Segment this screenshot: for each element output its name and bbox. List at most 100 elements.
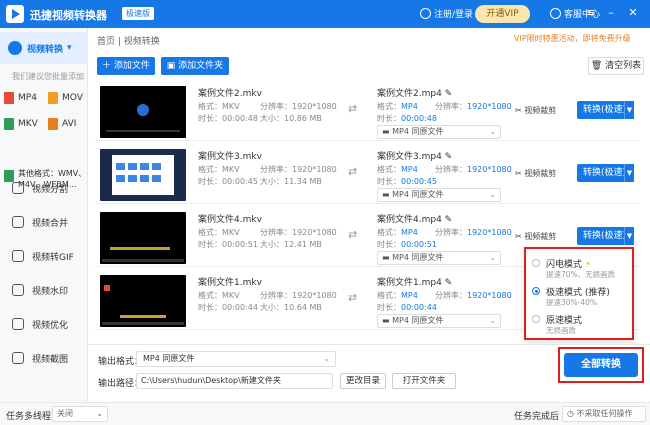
source-size: 大小：11.34 MB [260, 177, 322, 186]
output-resolution: 分辨率：1920*1080 [435, 102, 512, 111]
radio-icon[interactable] [532, 259, 540, 267]
sidebar-item-merge[interactable]: 视频合并 [0, 205, 88, 239]
edit-pencil-icon: ✎ [444, 89, 453, 99]
output-format: 格式：MP4 [377, 165, 418, 174]
output-duration: 时长：00:00:48 [377, 114, 437, 123]
user-icon [420, 8, 431, 19]
add-folder-button[interactable]: ▣ 添加文件夹 [161, 57, 229, 75]
radio-icon[interactable] [532, 315, 540, 323]
title-bar: 迅捷视频转换器 极速版 注册/登录 开通VIP 客服中心 ≡ – ✕ [0, 0, 650, 28]
chevron-down-icon: ⌄ [489, 253, 496, 262]
sidebar-item-screenshot[interactable]: 视频截图 [0, 341, 88, 375]
format-mkv[interactable]: MKV [4, 118, 38, 130]
sidebar-item-optimize[interactable]: 视频优化 [0, 307, 88, 341]
sidebar-item-video-convert[interactable]: 视频转换 ▾ [0, 32, 88, 64]
login-label: 注册/登录 [434, 10, 474, 20]
output-format-select[interactable]: ▬ MP4 同原文件 ⌄ [377, 251, 501, 265]
video-thumbnail[interactable] [100, 149, 186, 201]
source-file-name: 案例文件2.mkv [198, 89, 262, 99]
output-duration: 时长：00:00:45 [377, 177, 437, 186]
edit-pencil-icon: ✎ [444, 152, 453, 162]
file-icon [48, 92, 58, 104]
chevron-down-icon: ▾ [67, 43, 72, 53]
sidebar-item-split[interactable]: 视频分割 [0, 171, 88, 205]
output-format: 格式：MP4 [377, 291, 418, 300]
sidebar-item-gif[interactable]: 视频转GIF [0, 239, 88, 273]
output-path-input[interactable]: C:\Users\hudun\Desktop\新建文件夹 [136, 373, 333, 389]
video-clip-button[interactable]: ✂ 视频裁剪 [515, 168, 556, 179]
scissors-icon: ✂ [515, 232, 525, 241]
video-thumbnail[interactable] [100, 86, 186, 138]
output-settings-panel: 输出格式： MP4 同原文件 ⌄ 输出路径： C:\Users\hudun\De… [88, 344, 650, 402]
format-mp4[interactable]: MP4 [4, 92, 37, 104]
clear-list-button[interactable]: 🗑 清空列表 [588, 57, 644, 75]
source-resolution: 分辨率：1920*1080 [260, 291, 337, 300]
add-file-button[interactable]: ＋ 添加文件 [97, 57, 155, 75]
source-file-name: 案例文件1.mkv [198, 278, 262, 288]
output-file-name[interactable]: 案例文件3.mp4 ✎ [377, 149, 452, 162]
edit-pencil-icon: ✎ [444, 278, 453, 288]
watermark-icon [12, 284, 24, 296]
file-row: 案例文件2.mkv 格式：MKV 分辨率：1920*1080 时长：00:00:… [95, 83, 640, 141]
convert-mode-chevron[interactable]: ▼ [624, 227, 634, 245]
menu-icon[interactable]: ≡ [585, 6, 597, 20]
folder-icon: ▣ [166, 61, 179, 71]
format-avi[interactable]: AVI [48, 118, 76, 130]
output-file-name[interactable]: 案例文件1.mp4 ✎ [377, 275, 452, 288]
open-folder-button[interactable]: 打开文件夹 [392, 373, 456, 389]
video-icon: ▬ [382, 127, 393, 136]
convert-all-button[interactable]: 全部转换 [564, 353, 638, 377]
convert-mode-chevron[interactable]: ▼ [624, 164, 634, 182]
output-file-name[interactable]: 案例文件2.mp4 ✎ [377, 86, 452, 99]
app-logo-icon [6, 5, 24, 23]
output-format-select[interactable]: ▬ MP4 同原文件 ⌄ [377, 188, 501, 202]
video-thumbnail[interactable] [100, 275, 186, 327]
source-duration: 时长：00:00:45 [198, 177, 258, 186]
output-duration: 时长：00:00:44 [377, 303, 437, 312]
chevron-down-icon: ⌄ [323, 354, 330, 363]
source-size: 大小：10.86 MB [260, 114, 322, 123]
promo-link[interactable]: VIP限时特惠活动，即将免费升级 [514, 33, 631, 44]
radio-selected-icon[interactable] [532, 287, 540, 295]
on-complete-label: 任务完成后 [514, 412, 560, 422]
login-link[interactable]: 注册/登录 [420, 7, 473, 20]
source-format: 格式：MKV [198, 228, 240, 237]
source-resolution: 分辨率：1920*1080 [260, 228, 337, 237]
source-duration: 时长：00:00:44 [198, 303, 258, 312]
video-clip-button[interactable]: ✂ 视频裁剪 [515, 231, 556, 242]
format-mov[interactable]: MOV [48, 92, 83, 104]
shuffle-icon: ⇄ [348, 102, 358, 115]
minimize-icon[interactable]: – [605, 6, 617, 20]
output-format-select[interactable]: ▬ MP4 同原文件 ⌄ [377, 314, 501, 328]
source-size: 大小：12.41 MB [260, 240, 322, 249]
convert-mode-dropdown: 闪电模式 ⚡ 提速70%、无损画质 极速模式 (推荐) 提速30%-40% 原速… [524, 247, 634, 340]
edit-pencil-icon: ✎ [444, 215, 453, 225]
output-file-name[interactable]: 案例文件4.mp4 ✎ [377, 212, 452, 225]
source-resolution: 分辨率：1920*1080 [260, 165, 337, 174]
multithread-select[interactable]: 关闭 ⌄ [52, 406, 108, 422]
video-thumbnail[interactable] [100, 212, 186, 264]
close-icon[interactable]: ✕ [627, 6, 639, 20]
output-format: 格式：MP4 [377, 228, 418, 237]
source-file-name: 案例文件4.mkv [198, 215, 262, 225]
file-icon [48, 118, 58, 130]
on-complete-select[interactable]: ◷ 不采取任何操作 [562, 406, 646, 422]
shuffle-icon: ⇄ [348, 228, 358, 241]
convert-mode-chevron[interactable]: ▼ [624, 101, 634, 119]
sidebar-hint: 我们建议您批量添加 [12, 72, 84, 81]
sidebar-item-watermark[interactable]: 视频水印 [0, 273, 88, 307]
chevron-down-icon: ⌄ [96, 409, 103, 418]
source-format: 格式：MKV [198, 102, 240, 111]
source-file-name: 案例文件3.mkv [198, 152, 262, 162]
output-format-dropdown[interactable]: MP4 同原文件 ⌄ [136, 351, 336, 367]
chevron-down-icon: ⌄ [489, 316, 496, 325]
video-clip-button[interactable]: ✂ 视频裁剪 [515, 105, 556, 116]
change-dir-button[interactable]: 更改目录 [340, 373, 386, 389]
vip-button[interactable]: 开通VIP [475, 5, 530, 23]
thumbnail-preview-icon [112, 155, 174, 195]
output-format: 格式：MP4 [377, 102, 418, 111]
output-duration: 时长：00:00:51 [377, 240, 437, 249]
status-bar: 任务多线程 关闭 ⌄ 任务完成后 ◷ 不采取任何操作 [0, 402, 650, 425]
output-format-select[interactable]: ▬ MP4 同原文件 ⌄ [377, 125, 501, 139]
video-icon: ▬ [382, 190, 393, 199]
